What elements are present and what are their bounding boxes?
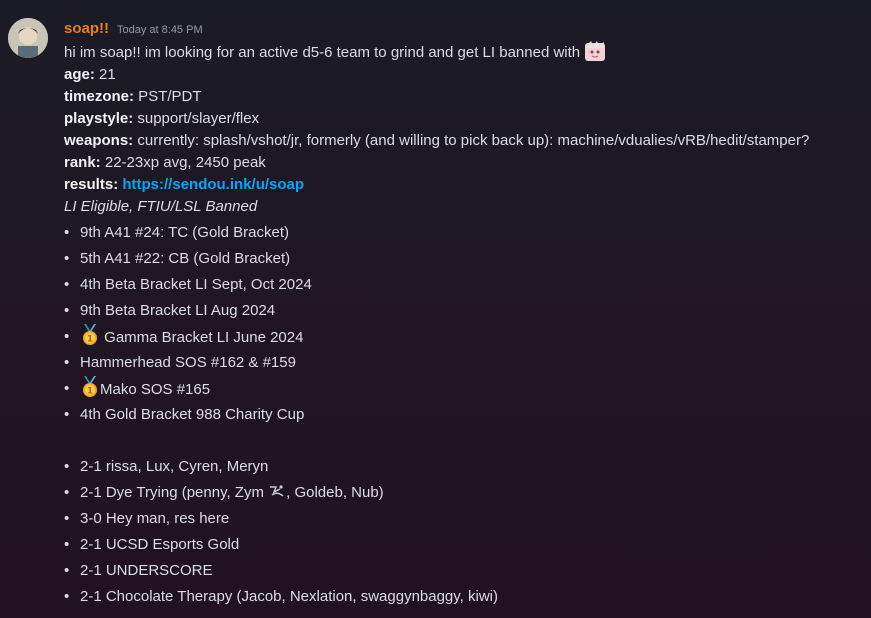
list-item: 2-1 Dye Trying (penny, Zym , Goldeb, Nub… [64,480,855,506]
age-line: age: 21 [64,64,855,86]
list-item: 9th A41 #24: TC (Gold Bracket) [64,220,855,246]
intro-line: hi im soap!! im looking for an active d5… [64,40,855,64]
weapons-value: currently: splash/vshot/jr, formerly (an… [133,132,810,149]
avatar[interactable] [8,18,48,58]
age-value: 21 [94,66,116,83]
playstyle-value: support/slayer/flex [133,110,260,127]
list-item: 2-1 UCSD Esports Gold [64,532,855,558]
author-name[interactable]: soap!! [64,20,109,37]
svg-text:1: 1 [87,387,93,397]
intro-text: hi im soap!! im looking for an active d5… [64,44,581,61]
list-item: Hammerhead SOS #162 & #159 [64,350,855,376]
results-line: results: https://sendou.ink/u/soap [64,174,855,196]
list-item: 4th Beta Bracket LI Sept, Oct 2024 [64,272,855,298]
list-item: 2-1 Chocolate Therapy (Jacob, Nexlation,… [64,584,855,610]
timezone-value: PST/PDT [134,88,202,105]
list-item: 1 Gamma Bracket LI June 2024 [64,324,855,350]
weapons-line: weapons: currently: splash/vshot/jr, for… [64,130,855,152]
rank-value: 22-23xp avg, 2450 peak [100,154,266,171]
playstyle-label: playstyle: [64,110,134,127]
first-place-medal-icon[interactable]: 1 [80,324,100,346]
results-label: results: [64,176,119,193]
custom-emoji-icon[interactable] [584,40,606,62]
playstyle-line: playstyle: support/slayer/flex [64,108,855,130]
timezone-line: timezone: PST/PDT [64,86,855,108]
results-list: 9th A41 #24: TC (Gold Bracket) 5th A41 #… [64,220,855,428]
svg-text:1: 1 [87,335,93,345]
list-item: 5th A41 #22: CB (Gold Bracket) [64,246,855,272]
records-list: 2-1 rissa, Lux, Cyren, Meryn 2-1 Dye Try… [64,454,855,610]
eligibility-line: LI Eligible, FTIU/LSL Banned [64,198,258,215]
age-label: age: [64,66,95,83]
list-item: 2-1 rissa, Lux, Cyren, Meryn [64,454,855,480]
rank-line: rank: 22-23xp avg, 2450 peak [64,152,855,174]
custom-emoji-icon[interactable] [268,483,286,501]
weapons-label: weapons: [64,132,134,149]
results-link[interactable]: https://sendou.ink/u/soap [122,176,304,193]
timezone-label: timezone: [64,88,135,105]
list-item: 1 Mako SOS #165 [64,376,855,402]
list-item: 2-1 UNDERSCORE [64,558,855,584]
list-item: 3-0 Hey man, res here [64,506,855,532]
list-item: 4th Gold Bracket 988 Charity Cup [64,402,855,428]
message-header: soap!! Today at 8:45 PM [64,20,855,40]
first-place-medal-icon[interactable]: 1 [80,376,100,398]
rank-label: rank: [64,154,101,171]
chat-message: soap!! Today at 8:45 PM hi im soap!! im … [0,0,871,610]
timestamp: Today at 8:45 PM [117,24,203,36]
list-item: 9th Beta Bracket LI Aug 2024 [64,298,855,324]
